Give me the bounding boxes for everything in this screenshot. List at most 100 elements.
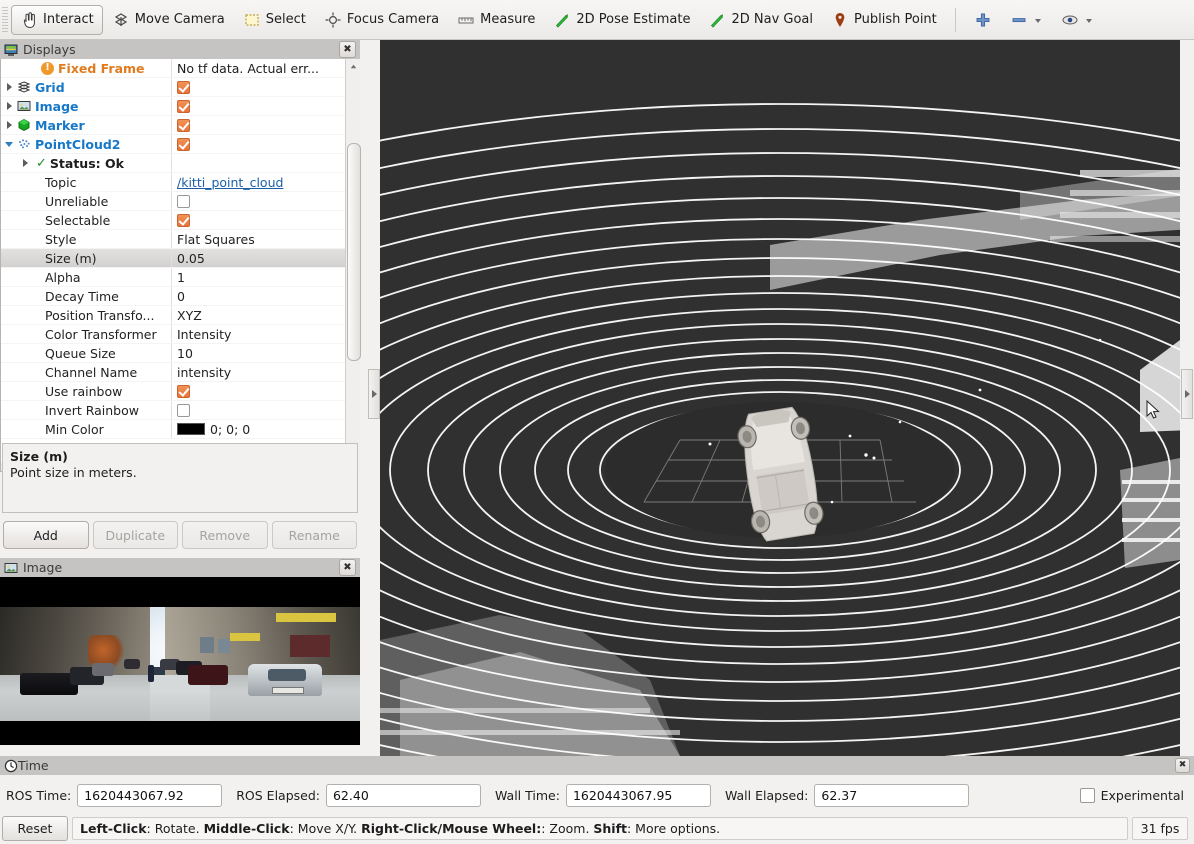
time-titlebar[interactable]: Time ✖ xyxy=(0,756,1194,775)
tool-move-camera[interactable]: Move Camera xyxy=(103,5,234,35)
image-icon xyxy=(17,99,31,113)
toolbar-drag-handle[interactable] xyxy=(2,6,8,33)
image-enabled-checkbox[interactable] xyxy=(177,99,190,113)
tool-publish-point[interactable]: Publish Point xyxy=(822,5,946,35)
queue-size-value[interactable]: 10 xyxy=(177,346,193,361)
tree-row-min-color[interactable]: Min Color 0; 0; 0 xyxy=(1,420,345,439)
tree-row-channel-name[interactable]: Channel Name intensity xyxy=(1,363,345,382)
wall-time-input[interactable]: 1620443067.95 xyxy=(565,783,711,807)
add-button[interactable]: Add xyxy=(3,521,89,549)
channel-name-value[interactable]: intensity xyxy=(177,365,231,380)
position-transformer-value[interactable]: XYZ xyxy=(177,308,202,323)
image-panel-dock: Image ✖ xyxy=(0,558,360,756)
style-value[interactable]: Flat Squares xyxy=(177,232,255,247)
selectable-label: Selectable xyxy=(45,212,111,228)
status-label: Status: Ok xyxy=(49,155,124,171)
size-label: Size (m) xyxy=(45,250,97,266)
experimental-field[interactable]: Experimental xyxy=(1079,787,1188,803)
ros-time-field: ROS Time: 1620443067.92 xyxy=(6,783,223,807)
image-titlebar[interactable]: Image ✖ xyxy=(0,558,360,578)
collapse-left-icon[interactable] xyxy=(368,369,380,419)
color-transformer-value[interactable]: Intensity xyxy=(177,327,231,342)
tree-row-unreliable[interactable]: Unreliable xyxy=(1,192,345,211)
marker-expander[interactable] xyxy=(1,116,17,135)
views-tool-button[interactable] xyxy=(1052,5,1103,35)
wall-elapsed-input[interactable]: 62.37 xyxy=(814,783,970,807)
displays-vertical-scrollbar[interactable] xyxy=(345,59,361,472)
invert-rainbow-checkbox[interactable] xyxy=(177,403,190,417)
scroll-up-button[interactable] xyxy=(346,59,360,74)
pointcloud2-expander[interactable] xyxy=(1,135,17,154)
alpha-value[interactable]: 1 xyxy=(177,270,185,285)
ros-elapsed-input[interactable]: 62.40 xyxy=(325,783,481,807)
3d-render-view[interactable] xyxy=(380,40,1180,756)
displays-button-row: Add Duplicate Remove Rename xyxy=(0,521,360,549)
tree-row-size[interactable]: Size (m) 0.05 xyxy=(1,249,345,268)
pointcloud2-label: PointCloud2 xyxy=(35,136,121,152)
min-color-value: 0; 0; 0 xyxy=(210,421,251,437)
position-transformer-label: Position Transfo... xyxy=(45,307,155,323)
tree-row-use-rainbow[interactable]: Use rainbow xyxy=(1,382,345,401)
tree-row-pointcloud2[interactable]: PointCloud2 xyxy=(1,135,345,154)
add-tool-button[interactable] xyxy=(965,5,1001,35)
grid-label: Grid xyxy=(35,79,65,95)
experimental-checkbox[interactable] xyxy=(1079,787,1095,803)
scrollbar-thumb[interactable] xyxy=(347,143,361,361)
tool-select[interactable]: Select xyxy=(234,5,315,35)
tree-row-grid[interactable]: Grid xyxy=(1,78,345,97)
tool-2d-pose-estimate[interactable]: 2D Pose Estimate xyxy=(544,5,699,35)
tree-row-queue-size[interactable]: Queue Size 10 xyxy=(1,344,345,363)
min-color-swatch[interactable] xyxy=(177,423,205,435)
pointcloud-render xyxy=(380,40,1180,756)
tree-row-alpha[interactable]: Alpha 1 xyxy=(1,268,345,287)
decay-time-value[interactable]: 0 xyxy=(177,289,185,304)
tree-row-image[interactable]: Image xyxy=(1,97,345,116)
tool-2d-nav-goal[interactable]: 2D Nav Goal xyxy=(699,5,822,35)
size-value[interactable]: 0.05 xyxy=(177,251,205,266)
queue-size-label: Queue Size xyxy=(45,345,116,361)
displays-close-button[interactable]: ✖ xyxy=(339,41,356,58)
remove-button[interactable]: Remove xyxy=(182,521,268,549)
image-panel-close-button[interactable]: ✖ xyxy=(339,559,356,576)
chevron-down-icon-2 xyxy=(1084,11,1094,29)
tree-row-decay-time[interactable]: Decay Time 0 xyxy=(1,287,345,306)
time-close-button[interactable]: ✖ xyxy=(1175,758,1190,773)
pointcloud2-enabled-checkbox[interactable] xyxy=(177,137,190,151)
grid-expander[interactable] xyxy=(1,78,17,97)
displays-titlebar[interactable]: Displays ✖ xyxy=(0,40,360,60)
image-expander[interactable] xyxy=(1,97,17,116)
tool-focus-camera[interactable]: Focus Camera xyxy=(315,5,448,35)
remove-tool-button[interactable] xyxy=(1001,5,1052,35)
camera-image-view[interactable] xyxy=(0,577,360,745)
tree-row-invert-rainbow[interactable]: Invert Rainbow xyxy=(1,401,345,420)
duplicate-button[interactable]: Duplicate xyxy=(92,521,178,549)
rename-button[interactable]: Rename xyxy=(271,521,357,549)
tree-row-topic[interactable]: Topic /kitti_point_cloud xyxy=(1,173,345,192)
tool-interact[interactable]: Interact xyxy=(11,4,103,35)
grid-enabled-checkbox[interactable] xyxy=(177,80,190,94)
use-rainbow-checkbox[interactable] xyxy=(177,384,190,398)
tree-row-color-transformer[interactable]: Color Transformer Intensity xyxy=(1,325,345,344)
topic-value[interactable]: /kitti_point_cloud xyxy=(177,175,283,190)
tree-row-fixed-frame[interactable]: ! Fixed Frame No tf data. Actual err... xyxy=(1,59,345,78)
tree-row-selectable[interactable]: Selectable xyxy=(1,211,345,230)
marker-enabled-checkbox[interactable] xyxy=(177,118,190,132)
status-expander[interactable] xyxy=(17,154,33,173)
wall-time-label: Wall Time: xyxy=(494,787,560,803)
tree-row-position-transformer[interactable]: Position Transfo... XYZ xyxy=(1,306,345,325)
tree-row-style[interactable]: Style Flat Squares xyxy=(1,230,345,249)
tree-row-status[interactable]: ✓ Status: Ok xyxy=(1,154,345,173)
selectable-checkbox[interactable] xyxy=(177,213,190,227)
displays-tree[interactable]: ! Fixed Frame No tf data. Actual err... … xyxy=(0,59,360,472)
help-text: Point size in meters. xyxy=(10,465,137,480)
pointcloud-icon xyxy=(17,137,31,151)
clock-icon xyxy=(4,759,18,773)
unreliable-checkbox[interactable] xyxy=(177,194,190,208)
tree-row-marker[interactable]: Marker xyxy=(1,116,345,135)
tool-measure[interactable]: Measure xyxy=(448,5,544,35)
status-bar: Reset Left-Click: Rotate. Middle-Click: … xyxy=(0,815,1194,842)
mouse-cursor xyxy=(1146,400,1160,419)
ros-time-input[interactable]: 1620443067.92 xyxy=(77,783,223,807)
reset-button[interactable]: Reset xyxy=(2,816,68,841)
collapse-right-icon[interactable] xyxy=(1181,369,1193,419)
